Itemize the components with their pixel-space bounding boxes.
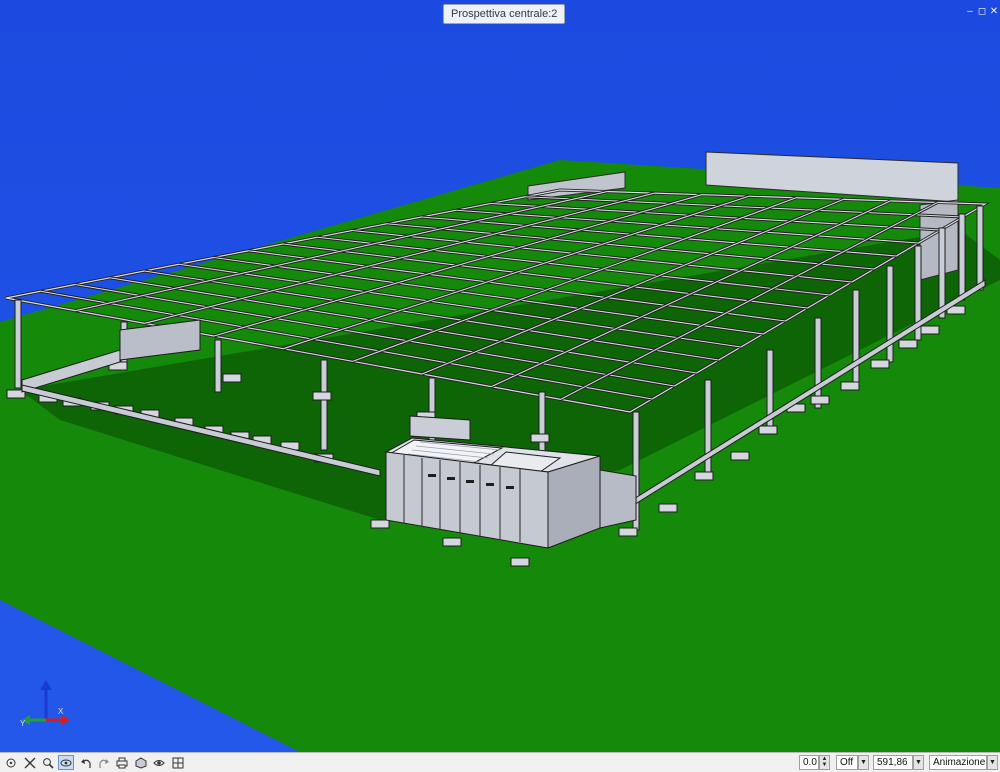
print-icon[interactable] xyxy=(114,755,130,770)
split-view-icon[interactable] xyxy=(170,755,186,770)
3d-viewport[interactable]: Prospettiva centrale:2 ‒ ◻ ✕ Y X xyxy=(0,0,1000,752)
z-axis-head xyxy=(40,680,52,690)
animation-select[interactable]: Animazione xyxy=(929,755,987,770)
undo-view-icon[interactable] xyxy=(78,755,94,770)
x-axis-head xyxy=(62,715,70,725)
orbit-icon[interactable] xyxy=(58,755,74,770)
restore-icon[interactable]: ◻ xyxy=(977,7,987,17)
view-toolbar: 0.0 ▲ ▼ Off ▼ 591,86 ▼ Animazione ▼ xyxy=(0,752,1000,772)
axis-triad: Y X xyxy=(20,680,70,728)
y-axis-label: Y xyxy=(20,719,26,728)
animation-dropdown-icon[interactable]: ▼ xyxy=(987,755,998,770)
render-mode-icon[interactable] xyxy=(133,755,149,770)
zoom-icon[interactable] xyxy=(40,755,56,770)
3d-scene[interactable] xyxy=(0,0,1000,752)
mode-dropdown-icon[interactable]: ▼ xyxy=(858,755,869,770)
close-icon[interactable]: ✕ xyxy=(989,7,999,17)
mode-select[interactable]: Off xyxy=(836,755,858,770)
redo-view-icon[interactable] xyxy=(96,755,112,770)
minimize-icon[interactable]: ‒ xyxy=(965,7,975,17)
x-axis-label: X xyxy=(58,707,64,716)
center-view-icon[interactable] xyxy=(3,755,19,770)
viewport-title: Prospettiva centrale:2 xyxy=(443,4,566,24)
fit-all-icon[interactable] xyxy=(22,755,38,770)
distance-dropdown-icon[interactable]: ▼ xyxy=(913,755,924,770)
angle-stepper[interactable]: ▲ ▼ xyxy=(819,755,830,770)
distance-input[interactable]: 591,86 xyxy=(873,755,913,770)
angle-input[interactable]: 0.0 xyxy=(799,755,819,770)
eye-view-icon[interactable] xyxy=(151,755,167,770)
